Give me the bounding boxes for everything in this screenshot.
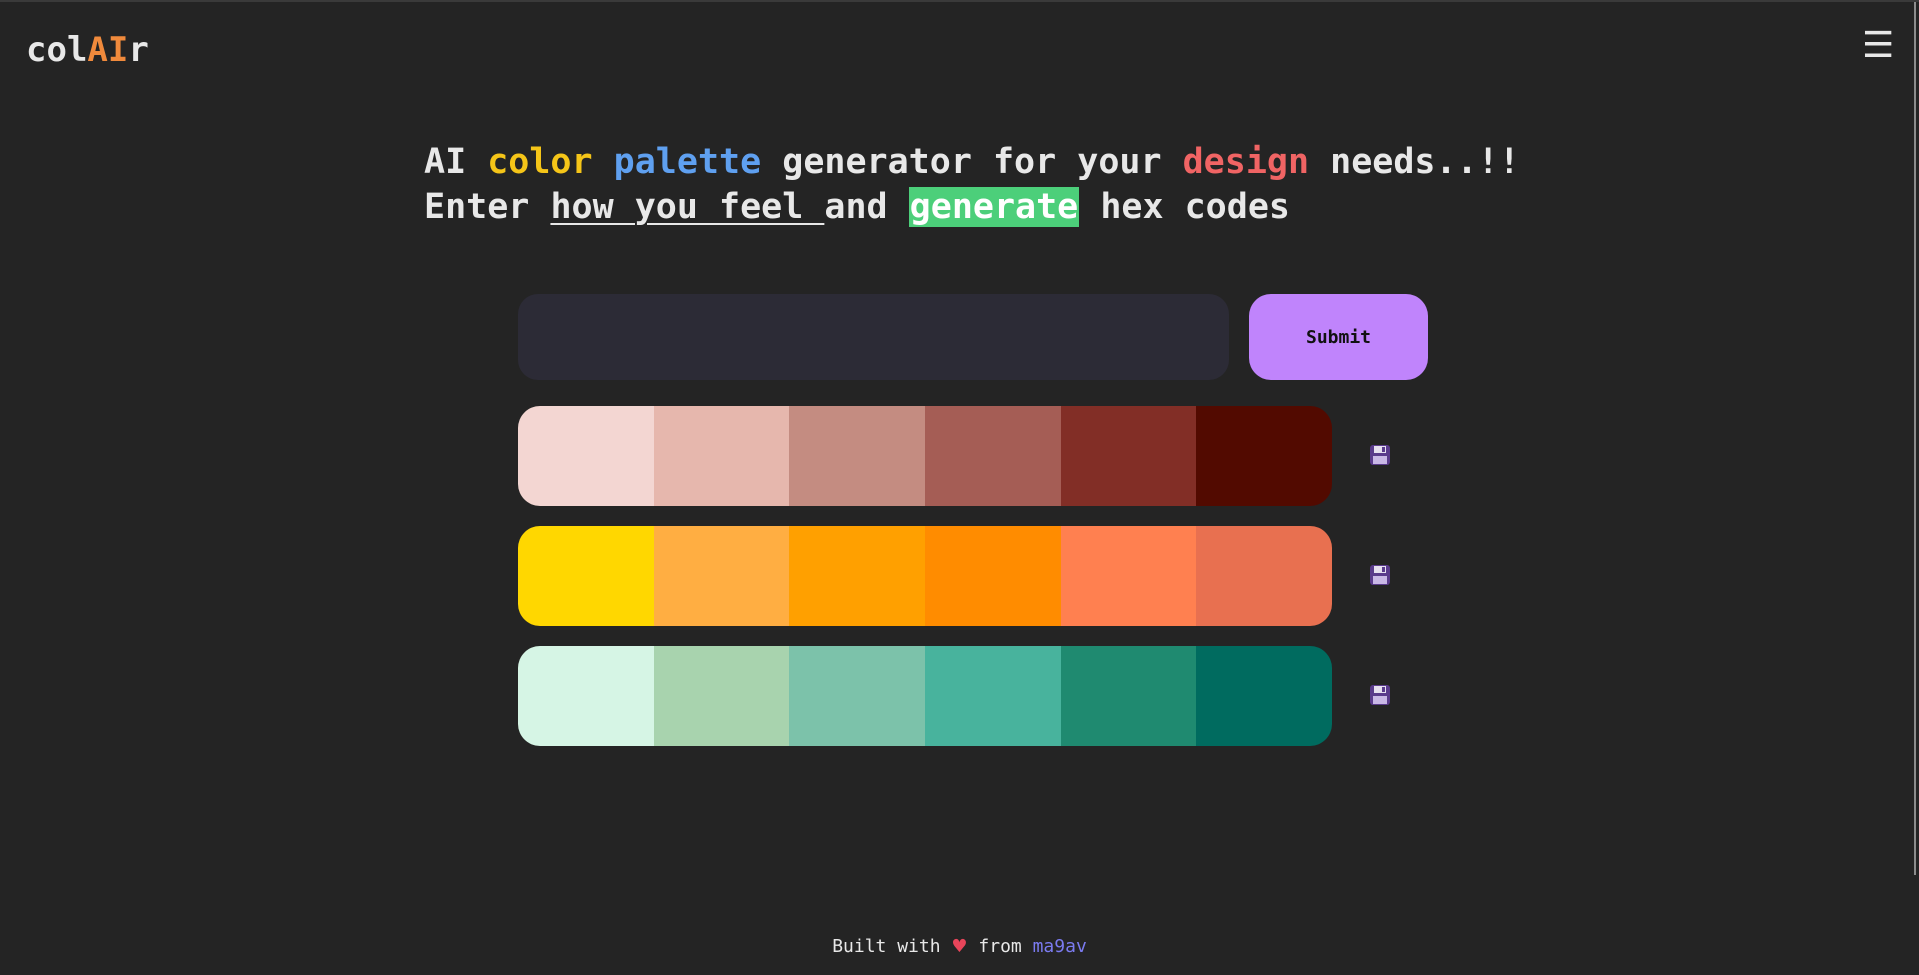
hero-word [593,142,614,182]
submit-button[interactable]: Submit [1249,294,1428,380]
hero-word: needs..!! [1309,142,1520,182]
scrollbar[interactable] [1914,2,1916,875]
color-swatch[interactable] [1196,406,1332,506]
hero-word: Enter [424,187,551,227]
palette-row [518,526,1390,626]
hero-word: and [824,187,909,227]
hero-line-2: Enter how you feel and generate hex code… [424,185,1520,230]
hero-word-generate: generate [908,187,1080,227]
palette-bar[interactable] [518,646,1332,746]
hamburger-menu-icon[interactable]: ☰ [1862,28,1894,64]
site-header: colAIr ☰ [0,0,1919,100]
color-swatch[interactable] [925,526,1061,626]
color-swatch[interactable] [518,646,654,746]
floppy-disk-icon[interactable] [1369,684,1391,706]
color-swatch[interactable] [1060,526,1197,626]
hero-word: AI [424,142,488,182]
color-swatch[interactable] [653,526,790,626]
logo-prefix: col [26,30,88,70]
author-link[interactable]: ma9av [1033,936,1087,957]
hero-word-color: color [487,142,593,182]
heart-icon: ♥ [951,936,968,957]
hero-word-palette: palette [613,142,762,182]
color-swatch[interactable] [789,646,926,746]
logo[interactable]: colAIr [26,30,149,70]
color-swatch[interactable] [653,646,790,746]
hero-word: generator for your [761,142,1183,182]
palette-bar[interactable] [518,526,1332,626]
color-swatch[interactable] [1196,526,1332,626]
color-swatch[interactable] [1196,646,1332,746]
hero-word-design: design [1182,142,1310,182]
color-swatch[interactable] [789,526,926,626]
color-swatch[interactable] [518,406,654,506]
palette-bar[interactable] [518,406,1332,506]
hero-word-how-you-feel: how you feel [550,187,825,227]
palette-row [518,406,1390,506]
footer-text: from [967,936,1033,957]
hero-heading: AI color palette generator for your desi… [424,140,1520,230]
logo-suffix: r [128,30,149,70]
color-swatch[interactable] [789,406,926,506]
color-swatch[interactable] [925,406,1061,506]
color-swatch[interactable] [1060,406,1197,506]
hero-line-1: AI color palette generator for your desi… [424,140,1520,185]
logo-ai: AI [87,30,129,70]
floppy-disk-icon[interactable] [1369,444,1391,466]
site-footer: Built with ♥ from ma9av [0,936,1919,957]
feeling-input[interactable] [518,294,1229,380]
color-swatch[interactable] [1060,646,1197,746]
color-swatch[interactable] [925,646,1061,746]
color-swatch[interactable] [518,526,654,626]
footer-text: Built with [832,936,952,957]
palette-row [518,646,1390,746]
hero-word: hex codes [1079,187,1290,227]
floppy-disk-icon[interactable] [1369,564,1391,586]
color-swatch[interactable] [653,406,790,506]
